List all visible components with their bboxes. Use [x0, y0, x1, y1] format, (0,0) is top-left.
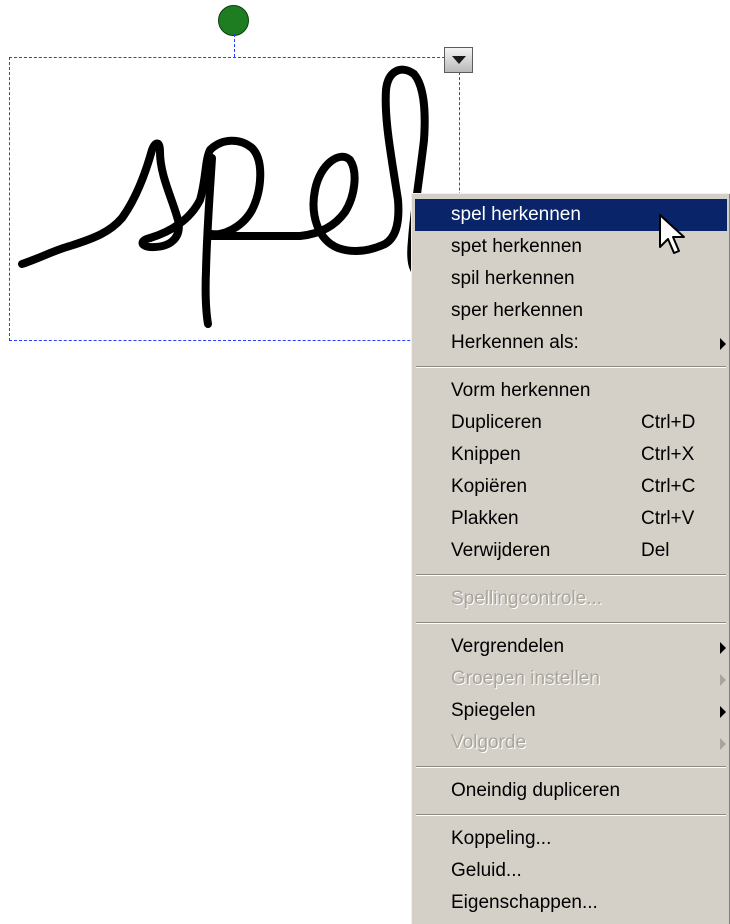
- rotate-handle[interactable]: [218, 5, 249, 36]
- menu-item-dupliceren[interactable]: Dupliceren Ctrl+D: [415, 407, 727, 439]
- menu-item-volgorde[interactable]: Volgorde: [415, 727, 727, 759]
- menu-item-label: spet herkennen: [451, 236, 582, 257]
- menu-item-label: Kopiëren: [451, 476, 528, 497]
- arrow-pointer-icon: [659, 214, 685, 254]
- menu-item-label: Groepen instellen: [451, 668, 600, 689]
- menu-item-groepen-instellen[interactable]: Groepen instellen: [415, 663, 727, 695]
- submenu-arrow-icon: [720, 674, 726, 686]
- menu-separator: [416, 622, 726, 624]
- menu-item-label: Spellingcontrole...: [451, 588, 603, 609]
- menu-item-label: Dupliceren: [451, 412, 542, 433]
- menu-item-label: Spiegelen: [451, 700, 536, 721]
- menu-item-koppeling[interactable]: Koppeling...: [415, 823, 727, 855]
- submenu-arrow-icon: [720, 642, 726, 654]
- menu-item-spil-herkennen[interactable]: spil herkennen: [415, 263, 727, 295]
- menu-item-shortcut: Ctrl+C: [641, 476, 696, 497]
- ink-selection-box[interactable]: [9, 57, 460, 341]
- menu-item-shortcut: Ctrl+X: [641, 444, 695, 465]
- menu-item-vergrendelen[interactable]: Vergrendelen: [415, 631, 727, 663]
- menu-item-label: Herkennen als:: [451, 332, 579, 353]
- menu-item-label: Geluid...: [451, 860, 522, 881]
- menu-item-eigenschappen[interactable]: Eigenschappen...: [415, 887, 727, 919]
- submenu-arrow-icon: [720, 338, 726, 350]
- menu-item-spellingcontrole[interactable]: Spellingcontrole...: [415, 583, 727, 615]
- menu-item-label: Verwijderen: [451, 540, 551, 561]
- menu-item-label: Knippen: [451, 444, 521, 465]
- context-menu: spel herkennen spet herkennen spil herke…: [411, 193, 730, 924]
- menu-item-spiegelen[interactable]: Spiegelen: [415, 695, 727, 727]
- menu-item-geluid[interactable]: Geluid...: [415, 855, 727, 887]
- menu-item-label: Oneindig dupliceren: [451, 780, 621, 801]
- menu-item-plakken[interactable]: Plakken Ctrl+V: [415, 503, 727, 535]
- triangle-down-icon: [451, 56, 466, 64]
- menu-item-shortcut: Del: [641, 540, 670, 561]
- object-menu-button[interactable]: [444, 47, 473, 73]
- menu-item-knippen[interactable]: Knippen Ctrl+X: [415, 439, 727, 471]
- menu-item-label: Volgorde: [451, 732, 527, 753]
- menu-separator: [416, 766, 726, 768]
- submenu-arrow-icon: [720, 706, 726, 718]
- menu-item-kopieren[interactable]: Kopiëren Ctrl+C: [415, 471, 727, 503]
- menu-item-label: sper herkennen: [451, 300, 584, 321]
- menu-item-verwijderen[interactable]: Verwijderen Del: [415, 535, 727, 567]
- menu-separator: [416, 574, 726, 576]
- menu-separator: [416, 814, 726, 816]
- menu-item-herkennen-als[interactable]: Herkennen als:: [415, 327, 727, 359]
- menu-item-label: Plakken: [451, 508, 519, 529]
- submenu-arrow-icon: [720, 738, 726, 750]
- menu-item-vorm-herkennen[interactable]: Vorm herkennen: [415, 375, 727, 407]
- menu-item-shortcut: Ctrl+D: [641, 412, 696, 433]
- menu-separator: [416, 366, 726, 368]
- menu-item-shortcut: Ctrl+V: [641, 508, 695, 529]
- menu-item-label: spel herkennen: [451, 204, 581, 225]
- menu-item-label: Eigenschappen...: [451, 892, 598, 913]
- rotate-handle-connector: [234, 34, 235, 57]
- menu-item-label: spil herkennen: [451, 268, 575, 289]
- menu-item-oneindig-dupliceren[interactable]: Oneindig dupliceren: [415, 775, 727, 807]
- menu-item-label: Koppeling...: [451, 828, 552, 849]
- menu-item-label: Vergrendelen: [451, 636, 565, 657]
- menu-item-label: Vorm herkennen: [451, 380, 591, 401]
- menu-item-sper-herkennen[interactable]: sper herkennen: [415, 295, 727, 327]
